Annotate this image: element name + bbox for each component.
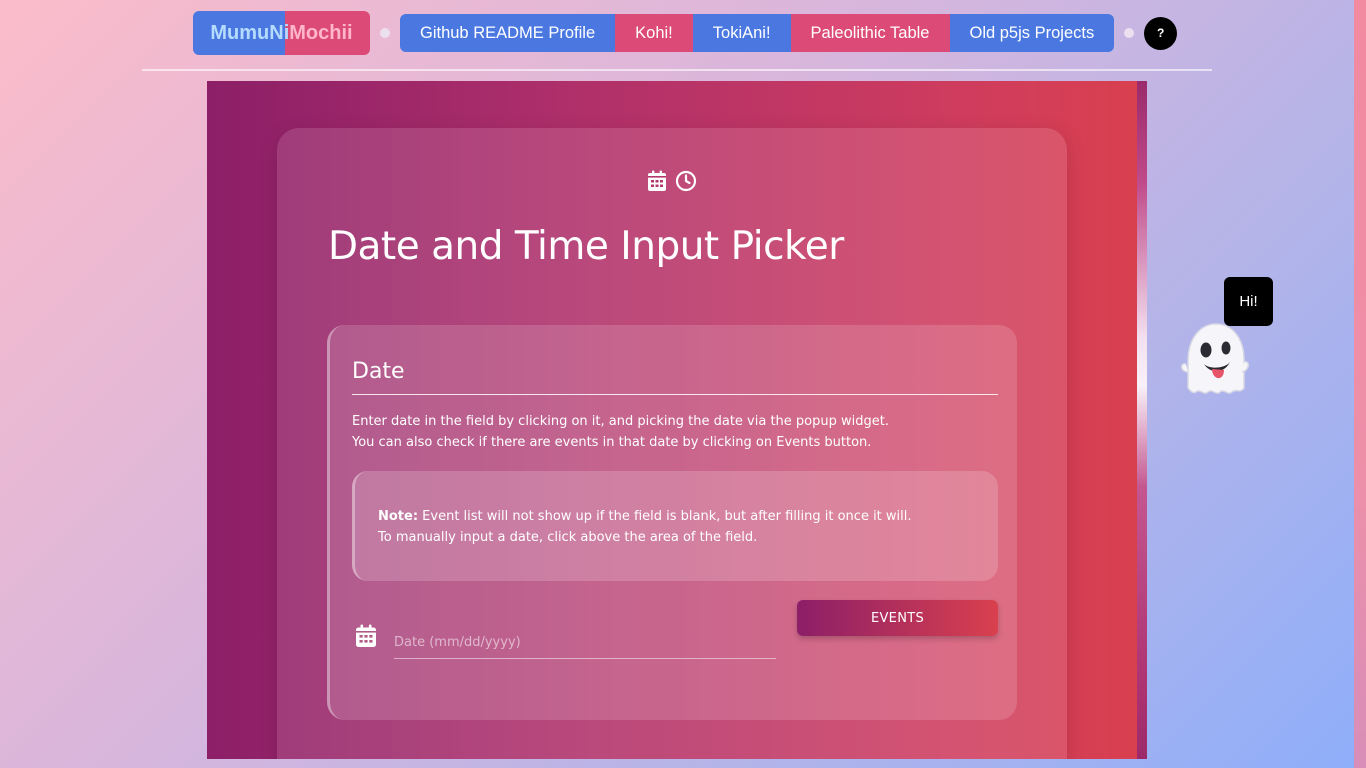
- brand-part1: MumuNi: [210, 21, 290, 44]
- note-label: Note:: [378, 509, 419, 524]
- nav-link-paleolithic-table[interactable]: Paleolithic Table: [790, 14, 950, 52]
- note-line1: Event list will not show up if the field…: [418, 509, 912, 524]
- content-frame: Date and Time Input Picker Date Enter da…: [207, 81, 1147, 759]
- brand-part2: Mochii: [289, 21, 353, 44]
- date-description-line1: Enter date in the field by clicking on i…: [352, 414, 889, 429]
- nav-link-kohi[interactable]: Kohi!: [615, 14, 693, 52]
- date-section: Date Enter date in the field by clicking…: [327, 325, 1017, 720]
- page-title: Date and Time Input Picker: [328, 224, 844, 269]
- picker-card: Date and Time Input Picker Date Enter da…: [277, 128, 1067, 759]
- page-scrollbar[interactable]: [1354, 0, 1366, 768]
- note-box: Note: Event list will not show up if the…: [352, 471, 998, 581]
- date-description: Enter date in the field by clicking on i…: [352, 411, 889, 453]
- brand-logo[interactable]: MumuNi Mochii: [193, 11, 370, 55]
- date-input[interactable]: [394, 627, 776, 659]
- note-line2: To manually input a date, click above th…: [378, 530, 758, 545]
- nav-links: Github README Profile Kohi! TokiAni! Pal…: [400, 14, 1115, 52]
- calendar-icon: [647, 170, 667, 196]
- frame-scrollbar[interactable]: [1137, 81, 1147, 759]
- date-description-line2: You can also check if there are events i…: [352, 435, 872, 450]
- calendar-icon: [355, 624, 377, 652]
- date-heading-divider: [352, 394, 998, 395]
- nav-link-github-readme[interactable]: Github README Profile: [400, 14, 616, 52]
- ghost-icon[interactable]: [1178, 322, 1250, 400]
- nav-link-old-p5js[interactable]: Old p5js Projects: [949, 14, 1115, 52]
- nav-separator-dot: [380, 28, 390, 38]
- top-nav: MumuNi Mochii Github README Profile Kohi!…: [193, 11, 1178, 55]
- help-button[interactable]: ?: [1144, 16, 1178, 50]
- header-icons: [277, 170, 1067, 196]
- date-heading: Date: [352, 359, 405, 384]
- nav-separator-dot: [1124, 28, 1135, 38]
- clock-icon: [675, 170, 697, 196]
- events-button[interactable]: EVENTS: [797, 600, 998, 636]
- nav-divider: [142, 69, 1212, 71]
- nav-link-tokiani[interactable]: TokiAni!: [692, 14, 791, 52]
- speech-bubble: Hi!: [1224, 277, 1273, 326]
